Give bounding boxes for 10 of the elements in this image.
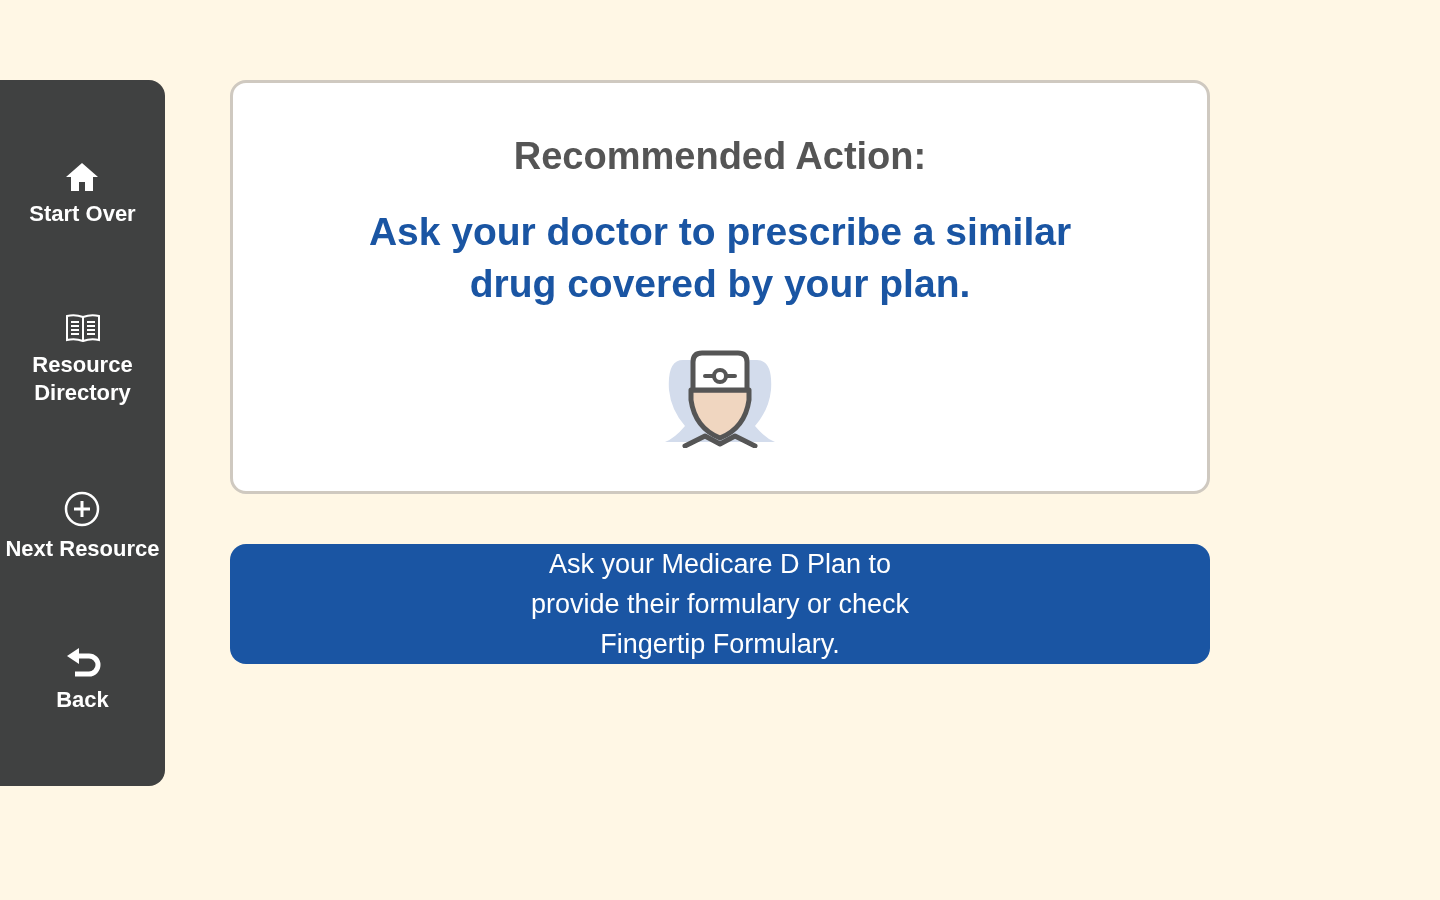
- sidebar-button[interactable]: Back: [56, 641, 109, 720]
- book-icon: [64, 312, 101, 343]
- sidebar-button[interactable]: Start Over: [29, 156, 136, 235]
- sidebar-button[interactable]: Next Resource: [5, 485, 160, 570]
- formulary-button[interactable]: Ask your Medicare D Plan to provide their formulary or check Fingertip Formulary.: [230, 544, 1210, 664]
- card-heading: Recommended Action:: [513, 135, 927, 178]
- plus-circle-icon: [64, 491, 101, 528]
- home-icon: [65, 162, 100, 193]
- recommendation-text: Ask your doctor to prescribe a similar drug covered by your plan.: [367, 209, 1073, 307]
- sidebar-button[interactable]: Resource Directory: [0, 306, 165, 413]
